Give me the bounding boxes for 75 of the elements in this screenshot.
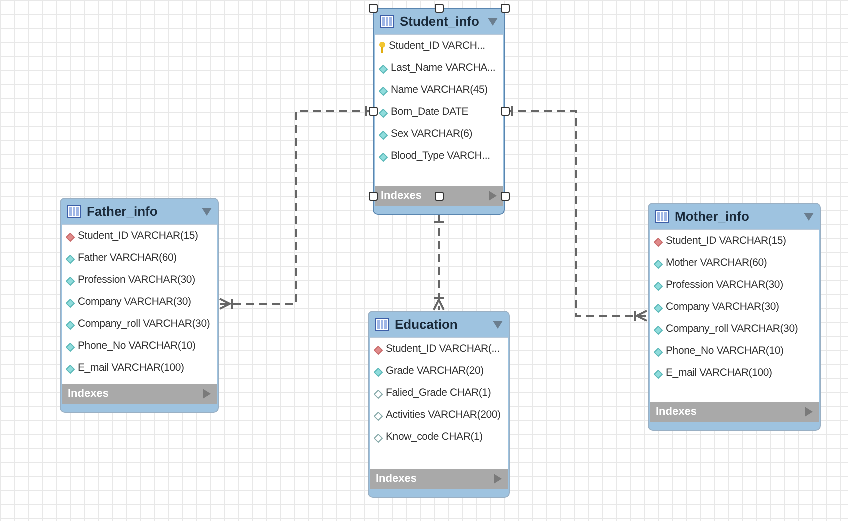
expand-arrow-icon — [489, 191, 497, 201]
indexes-label: Indexes — [656, 404, 697, 420]
table-name: Student_info — [400, 12, 480, 31]
resize-handle[interactable] — [501, 107, 510, 116]
table-icon — [375, 318, 389, 331]
resize-handle[interactable] — [369, 107, 378, 116]
diamond-icon — [654, 348, 663, 356]
diamond-icon — [66, 232, 75, 242]
indexes-label: Indexes — [376, 472, 417, 487]
column-name: Know_code CHAR(1) — [386, 430, 483, 446]
table-entity[interactable]: Student_info Student_ID VARCH... Last_Name VARCHA... Name VARCHAR(45) Born_Date DATE Sex VARCHAR(6) Blood_Type VARCH... Indexes — [373, 8, 505, 215]
table-name: Mother_info — [675, 208, 750, 226]
table-name: Father_info — [87, 202, 159, 221]
diamond-icon — [66, 320, 75, 330]
diamond-icon — [374, 390, 383, 398]
expand-arrow-icon — [203, 389, 211, 399]
table-icon — [380, 15, 394, 28]
resize-handle[interactable] — [501, 4, 510, 13]
diamond-icon — [654, 238, 663, 246]
diamond-icon — [379, 86, 388, 96]
resize-handle[interactable] — [501, 192, 510, 201]
column-name: Profession VARCHAR(30) — [666, 278, 784, 294]
column-name: Falied_Grade CHAR(1) — [386, 386, 492, 402]
indexes-label: Indexes — [68, 386, 109, 402]
diamond-icon — [654, 260, 663, 268]
table-name: Education — [395, 316, 459, 334]
column-name: Company_roll VARCHAR(30) — [666, 322, 798, 338]
diamond-icon — [374, 368, 383, 376]
diamond-icon — [66, 254, 75, 264]
resize-handle[interactable] — [435, 4, 444, 13]
diamond-icon — [379, 108, 388, 118]
column-name: Name VARCHAR(45) — [391, 83, 488, 98]
column-name: Company VARCHAR(30) — [666, 300, 780, 316]
diamond-icon — [654, 326, 663, 334]
column-name: Blood_Type VARCH... — [391, 149, 490, 164]
column-name: E_mail VARCHAR(100) — [78, 361, 184, 376]
key-icon — [379, 42, 386, 52]
column-name: Born_Date DATE — [391, 105, 469, 120]
diamond-icon — [654, 370, 663, 378]
column-name: Sex VARCHAR(6) — [391, 127, 473, 142]
indexes-label: Indexes — [381, 188, 422, 204]
resize-handle[interactable] — [369, 4, 378, 13]
column-name: Student_ID VARCHAR(15) — [78, 229, 198, 244]
diamond-icon — [66, 298, 75, 308]
column-name: Student_ID VARCH... — [389, 39, 486, 54]
diamond-icon — [374, 434, 383, 442]
column-name: Phone_No VARCHAR(10) — [666, 344, 784, 360]
diamond-icon — [66, 364, 75, 374]
diamond-icon — [66, 342, 75, 352]
resize-handle[interactable] — [369, 192, 378, 201]
diamond-icon — [379, 152, 388, 162]
diamond-icon — [654, 282, 663, 290]
diamond-icon — [374, 346, 383, 354]
column-name: Phone_No VARCHAR(10) — [78, 339, 196, 354]
column-name: Profession VARCHAR(30) — [78, 273, 196, 288]
column-name: Activities VARCHAR(200) — [386, 408, 501, 424]
diamond-icon — [379, 130, 388, 140]
resize-handle[interactable] — [435, 192, 444, 201]
diamond-icon — [66, 276, 75, 286]
column-name: E_mail VARCHAR(100) — [666, 366, 772, 382]
diamond-icon — [379, 64, 388, 74]
expand-arrow-icon — [805, 407, 813, 417]
diamond-icon — [654, 304, 663, 312]
expand-arrow-icon — [494, 474, 502, 484]
column-name: Mother VARCHAR(60) — [666, 256, 768, 272]
column-name: Last_Name VARCHA... — [391, 61, 496, 76]
column-name: Company VARCHAR(30) — [78, 295, 192, 310]
diamond-icon — [374, 412, 383, 420]
table-icon — [655, 210, 669, 223]
table-icon — [67, 205, 81, 218]
column-name: Grade VARCHAR(20) — [386, 364, 484, 380]
column-name: Student_ID VARCHAR(15) — [666, 234, 786, 250]
column-name: Company_roll VARCHAR(30) — [78, 317, 210, 332]
column-name: Father VARCHAR(60) — [78, 251, 177, 266]
column-name: Student_ID VARCHAR(... — [386, 342, 500, 358]
